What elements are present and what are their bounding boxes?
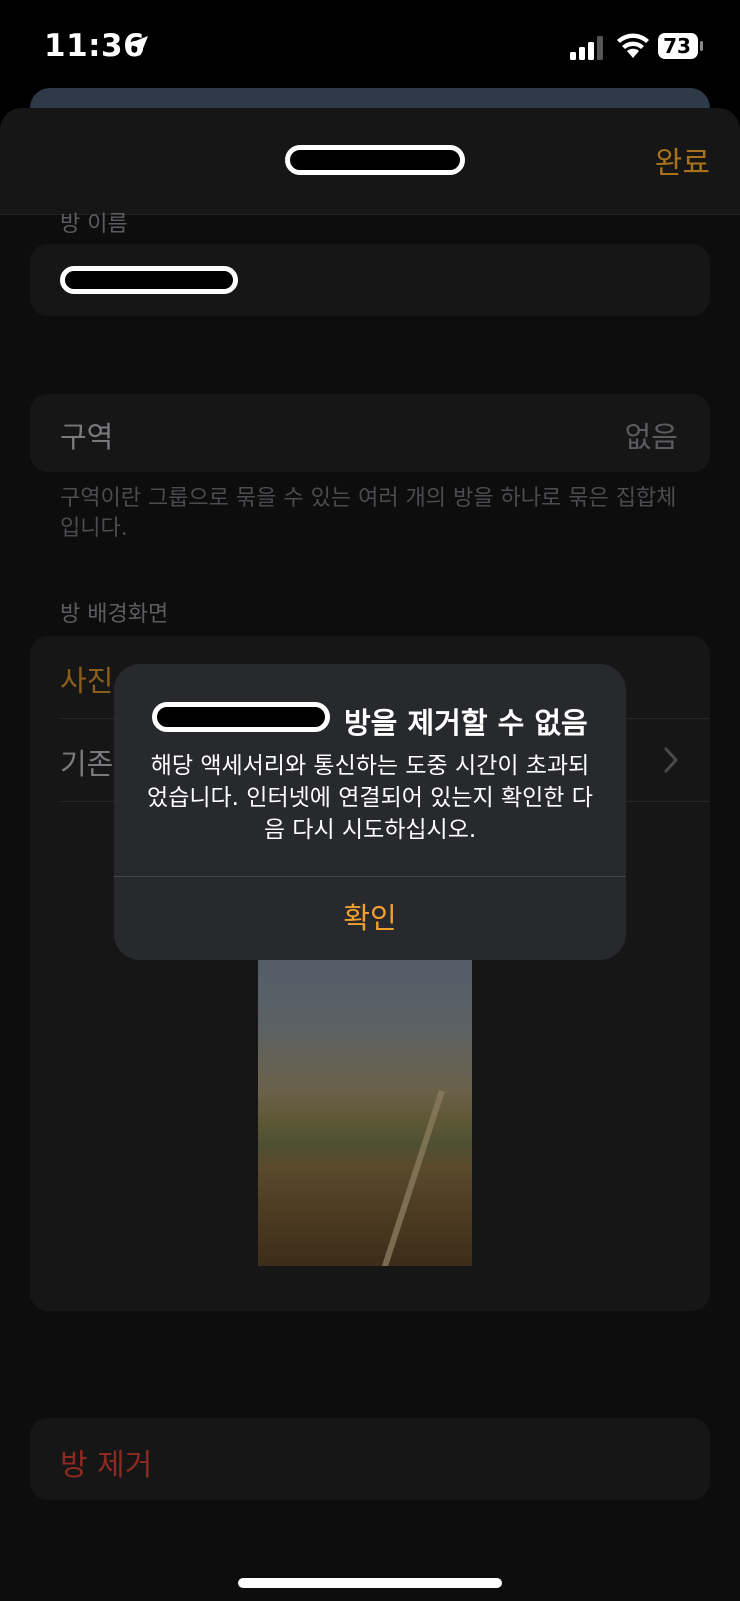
redacted-room-name	[152, 702, 330, 732]
zone-footnote: 구역이란 그룹으로 묶을 수 있는 여러 개의 방을 하나로 묶은 집합체입니다…	[60, 486, 677, 541]
home-indicator	[238, 1578, 502, 1588]
battery-level: 73	[663, 34, 691, 58]
location-arrow-icon	[128, 36, 148, 56]
choose-existing-label: 기존	[60, 747, 114, 781]
redacted-room-name	[60, 266, 238, 294]
alert-ok-button[interactable]: 확인	[114, 877, 626, 960]
take-photo-label: 사진	[60, 664, 114, 698]
chevron-right-icon	[664, 747, 678, 773]
alert-message: 해당 액세서리와 통신하는 도중 시간이 초과되었습니다. 인터넷에 연결되어 …	[147, 753, 593, 843]
wifi-icon	[617, 33, 649, 58]
cellular-signal-icon	[570, 36, 603, 60]
room-name-section-label: 방 이름	[60, 212, 128, 237]
zone-value: 없음	[624, 420, 678, 454]
image-detail	[377, 1089, 445, 1266]
error-alert: 방을 제거할 수 없음 해당 액세서리와 통신하는 도중 시간이 초과되었습니다…	[114, 664, 626, 960]
room-name-field[interactable]	[30, 244, 710, 316]
zone-label: 구역	[60, 420, 114, 454]
redacted-room-title	[285, 145, 465, 175]
wallpaper-section-label: 방 배경화면	[60, 602, 169, 627]
status-bar: 11:36 73	[0, 0, 740, 95]
alert-title-row: 방을 제거할 수 없음	[114, 700, 626, 740]
alert-title: 방을 제거할 수 없음	[344, 706, 588, 740]
nav-bar: 완료	[0, 108, 740, 215]
zone-row[interactable]: 구역 없음	[30, 394, 710, 472]
done-button[interactable]: 완료	[655, 138, 710, 182]
remove-room-button[interactable]: 방 제거	[30, 1418, 710, 1500]
remove-room-label: 방 제거	[60, 1448, 153, 1483]
wallpaper-preview-image	[258, 916, 472, 1266]
